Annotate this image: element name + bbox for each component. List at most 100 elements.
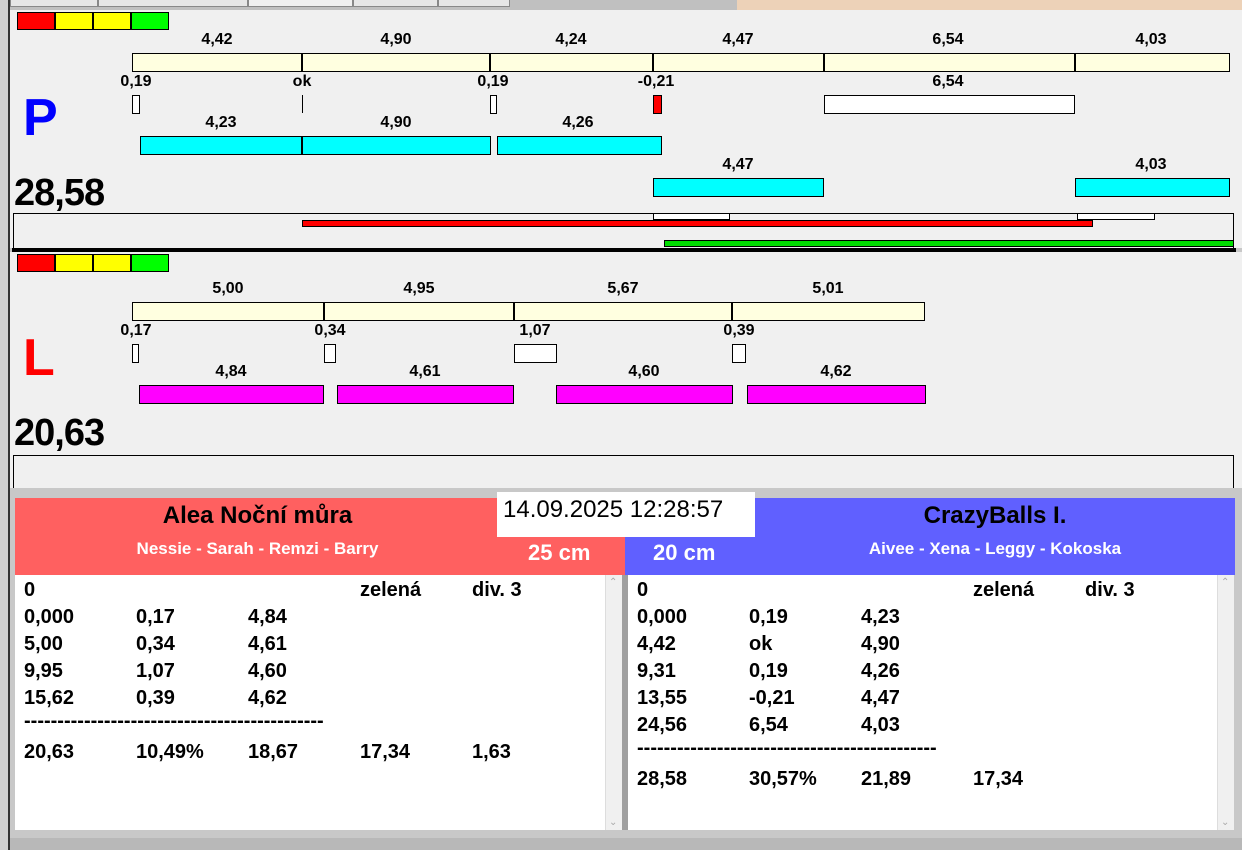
value-label: 4,90	[380, 31, 412, 48]
status-legend-swatch	[55, 12, 93, 30]
summary-cell: 20,63	[24, 741, 75, 763]
tab[interactable]	[353, 0, 438, 7]
status-legend-swatch	[131, 254, 169, 272]
tab[interactable]	[10, 0, 98, 7]
left-team-size: 25 cm	[528, 540, 591, 565]
left-team-name: Alea Noční můra	[162, 502, 353, 529]
list-header-cell: zelená	[973, 579, 1035, 601]
tab[interactable]	[438, 0, 510, 7]
right-team-name: CrazyBalls I.	[923, 502, 1067, 529]
value-label: 5,01	[812, 280, 844, 297]
list-header-cell: div. 3	[1085, 579, 1135, 601]
list-cell: 4,61	[248, 633, 287, 655]
list-cell: 4,03	[861, 714, 900, 736]
summary-cell: 30,57%	[749, 768, 817, 790]
ok-tick	[302, 95, 303, 113]
value-label: 4,03	[1135, 156, 1167, 173]
summary-cell: 28,58	[637, 768, 688, 790]
throw-bar	[139, 385, 324, 404]
value-label: 5,67	[607, 280, 639, 297]
distance-segment	[653, 53, 824, 72]
deviation-box	[132, 344, 139, 363]
left-scrollbar[interactable]: ⌃ ⌄	[605, 575, 622, 830]
status-legend-swatch	[93, 12, 131, 30]
throw-bar	[140, 136, 302, 155]
summary-cell: 18,67	[248, 741, 299, 763]
player-l-panel: 5,00 4,95 5,67 5,01 0,17 0,34 1,07 0,39 4,84 4,61…	[10, 252, 1242, 488]
throw-bar	[747, 385, 926, 404]
list-cell: 5,00	[24, 633, 63, 655]
value-label: 4,61	[409, 363, 441, 380]
distance-segment	[514, 302, 732, 321]
list-cell: 9,95	[24, 660, 63, 682]
list-cell: 9,31	[637, 660, 676, 682]
right-results-list[interactable]: 0 zelená div. 3 0,000 0,19 4,23 4,42 ok 4,90 9,31…	[628, 575, 1217, 830]
list-cell: 6,54	[749, 714, 788, 736]
value-label: 4,42	[201, 31, 233, 48]
list-cell: 0,19	[749, 660, 788, 682]
distance-segment	[132, 302, 324, 321]
player-p-panel: 4,42 4,90 4,24 4,47 6,54 4,03 0,19 ok 0,19 -0,21 6…	[10, 10, 1242, 248]
top-tab-strip	[0, 0, 1242, 10]
value-label: 4,62	[820, 363, 852, 380]
list-cell: 0,39	[136, 687, 175, 709]
value-label: 4,90	[380, 114, 412, 131]
status-bar	[10, 838, 1242, 850]
value-label: 6,54	[932, 31, 964, 48]
list-cell: 1,07	[136, 660, 175, 682]
distance-segment	[732, 302, 925, 321]
list-cell: 0,000	[24, 606, 75, 628]
list-cell: 0,000	[637, 606, 688, 628]
tab[interactable]	[98, 0, 248, 7]
value-label: 5,00	[212, 280, 244, 297]
status-legend-swatch	[131, 12, 169, 30]
player-letter: L	[23, 329, 55, 387]
list-cell: 24,56	[637, 714, 688, 736]
distance-segment	[132, 53, 302, 72]
summary-cell: 17,34	[973, 768, 1024, 790]
deviation-box	[653, 95, 662, 114]
left-team-members: Nessie - Sarah - Remzi - Barry	[136, 539, 379, 558]
right-team-size: 20 cm	[653, 540, 716, 565]
list-header-cell: 0	[24, 579, 36, 601]
list-cell: 15,62	[24, 687, 75, 709]
right-team-members: Aivee - Xena - Leggy - Kokoska	[868, 539, 1122, 558]
value-label: 4,47	[722, 156, 754, 173]
tab[interactable]	[248, 0, 353, 7]
distance-segment	[824, 53, 1075, 72]
list-cell: 4,47	[861, 687, 900, 709]
value-label: 1,07	[519, 322, 551, 339]
throw-bar	[497, 136, 662, 155]
list-cell: 4,90	[861, 633, 900, 655]
left-border	[0, 0, 10, 850]
throw-bar	[1075, 178, 1230, 197]
list-separator: ----------------------------------------…	[24, 710, 324, 732]
throw-bar	[302, 136, 491, 155]
list-cell: 13,55	[637, 687, 688, 709]
value-label: 4,24	[555, 31, 587, 48]
value-label: 0,19	[477, 73, 509, 90]
value-label: 4,23	[205, 114, 237, 131]
value-label: 6,54	[932, 73, 964, 90]
status-legend-swatch	[55, 254, 93, 272]
deviation-box	[514, 344, 557, 363]
status-legend-swatch	[17, 12, 55, 30]
list-cell: 4,84	[248, 606, 287, 628]
list-header-cell: 0	[637, 579, 649, 601]
value-label: 0,39	[723, 322, 755, 339]
left-results-list[interactable]: 0 zelená div. 3 0,000 0,17 4,84 5,00 0,34 4,61 9,…	[15, 575, 605, 830]
timeline-box	[13, 455, 1234, 488]
value-label: ok	[292, 73, 312, 90]
deviation-box	[132, 95, 140, 114]
right-scrollbar[interactable]: ⌃ ⌄	[1217, 575, 1234, 830]
timeline-box	[13, 213, 1234, 248]
list-cell: 4,60	[248, 660, 287, 682]
list-cell: 4,23	[861, 606, 900, 628]
deviation-box	[824, 95, 1075, 114]
value-label: 4,47	[722, 31, 754, 48]
player-letter: P	[23, 89, 58, 147]
player-total: 20,63	[14, 412, 105, 454]
list-cell: 4,62	[248, 687, 287, 709]
summary-cell: 21,89	[861, 768, 912, 790]
distance-segment	[1075, 53, 1230, 72]
